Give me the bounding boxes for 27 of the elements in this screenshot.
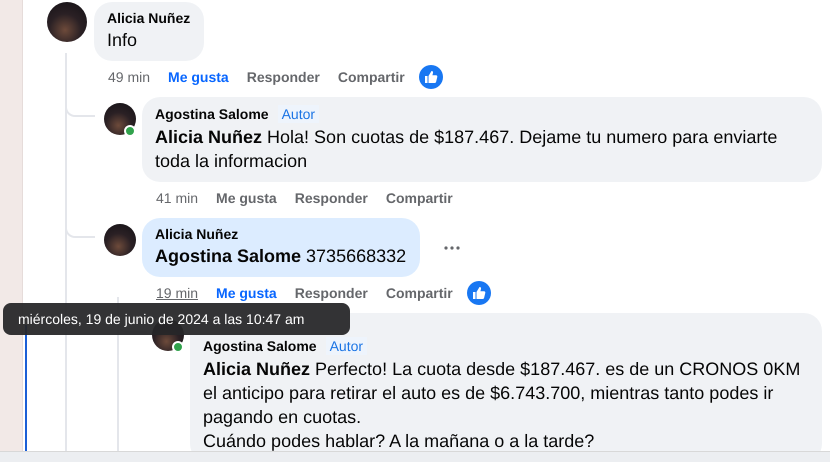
comment-text: Agostina Salome 3735668332 (155, 245, 406, 268)
avatar (104, 103, 136, 135)
share-link[interactable]: Compartir (386, 190, 453, 206)
more-icon[interactable] (444, 246, 460, 250)
timestamp[interactable]: 41 min (156, 190, 198, 206)
author-name[interactable]: Alicia Nuñez (155, 226, 238, 242)
timestamp[interactable]: 19 min (156, 285, 198, 301)
comment-text: Info (107, 29, 138, 52)
author-badge: Autor (278, 105, 320, 123)
reply-link[interactable]: Responder (294, 285, 368, 301)
author-name[interactable]: Agostina Salome (155, 106, 269, 122)
share-link[interactable]: Compartir (386, 285, 453, 301)
tooltip: miércoles, 19 de junio de 2024 a las 10:47 am (3, 303, 350, 335)
like-link[interactable]: Me gusta (168, 69, 229, 85)
reply-link[interactable]: Responder (294, 190, 368, 206)
like-link[interactable]: Me gusta (216, 285, 277, 301)
author-name[interactable]: Agostina Salome (203, 338, 317, 354)
author-badge: Autor (326, 337, 368, 355)
avatar (104, 224, 136, 256)
reply-link[interactable]: Responder (246, 69, 320, 85)
share-link[interactable]: Compartir (338, 69, 405, 85)
timestamp[interactable]: 49 min (108, 69, 150, 85)
avatar (47, 2, 87, 42)
comment-text: Alicia Nuñez Perfecto! La cuota desde $187.467. es de un CRONOS 0KM el anticipo para retirar el auto es de $6.743.700, mientras tanto podes ir pagando en cuotas. Cuándo podes hablar? A la mañana o a la tarde? (203, 358, 802, 452)
like-link[interactable]: Me gusta (216, 190, 277, 206)
comment-text: Alicia Nuñez Hola! Son cuotas de $187.467. Dejame tu numero para enviarte toda la informacion (155, 126, 778, 173)
author-name[interactable]: Alicia Nuñez (107, 10, 190, 26)
